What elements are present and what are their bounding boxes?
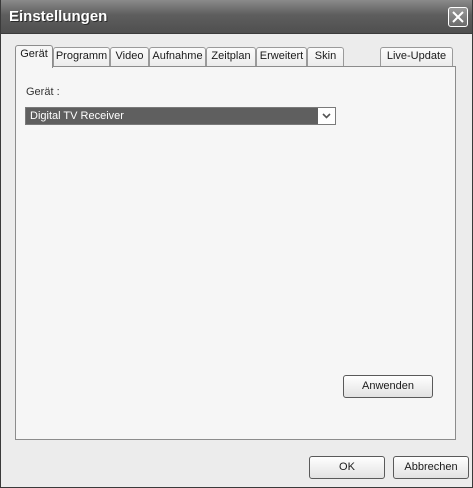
tab-strip: Gerät Programm Video Aufnahme Zeitplan E… [15,45,455,68]
cancel-button[interactable]: Abbrechen [393,456,469,479]
device-select[interactable]: Digital TV Receiver [25,107,336,125]
tab-programm[interactable]: Programm [53,47,110,66]
tab-skin[interactable]: Skin [307,47,344,66]
tab-live-update[interactable]: Live-Update [380,47,453,66]
close-icon [452,11,464,23]
apply-button[interactable]: Anwenden [343,375,433,398]
tab-aufnahme[interactable]: Aufnahme [149,47,206,66]
settings-dialog: Einstellungen Gerät Programm Video Aufna… [0,0,473,488]
tab-erweitert[interactable]: Erweitert [256,47,307,66]
device-label: Gerät : [26,86,60,98]
tab-geraet[interactable]: Gerät [15,45,53,68]
tab-zeitplan[interactable]: Zeitplan [206,47,256,66]
title-bar[interactable]: Einstellungen [1,0,472,34]
chevron-down-icon [322,113,331,119]
close-button[interactable] [448,7,468,27]
ok-button[interactable]: OK [309,456,385,479]
device-select-value: Digital TV Receiver [26,108,318,124]
device-select-toggle[interactable] [319,108,334,124]
tab-video[interactable]: Video [110,47,149,66]
window-title: Einstellungen [9,8,108,25]
